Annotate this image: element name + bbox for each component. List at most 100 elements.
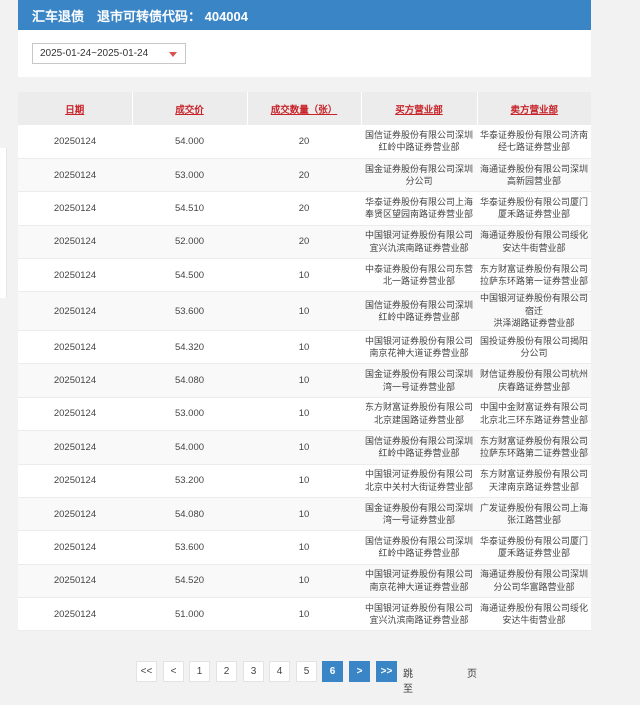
- buyer-name-line: 南京花神大道证券营业部: [369, 348, 469, 359]
- seller-name-line: 海通证券股份有限公司深圳: [479, 569, 588, 580]
- cell-date: 20250124: [18, 158, 132, 193]
- cell-price: 54.080: [132, 363, 247, 398]
- cell-buyer: 国信证券股份有限公司深圳 红岭中路证券营业部: [361, 125, 477, 159]
- cell-price: 54.510: [132, 191, 247, 226]
- cell-quantity: 10: [247, 564, 361, 599]
- cell-price: 54.320: [132, 330, 247, 365]
- cell-seller: 东方财富证券股份有限公司 天津南京路证券营业部: [477, 464, 591, 498]
- buyer-name-line: 红岭中路证券营业部: [378, 448, 460, 459]
- cell-buyer: 中国银河证券股份有限公司 南京花神大道证券营业部: [361, 330, 477, 365]
- table-row: 20250124 52.000 20 中国银河证券股份有限公司 宜兴氿滨南路证券营业部海…: [18, 225, 591, 260]
- seller-name-line: 拉萨东环路第二证券营业部: [479, 448, 588, 459]
- bond-name: 汇车退债: [32, 9, 85, 24]
- table-row: 20250124 54.520 10 中国银河证券股份有限公司 南京花神大道证券营业部海…: [18, 564, 591, 599]
- buyer-name-line: 分公司: [405, 176, 433, 187]
- buyer-name-line: 国信证券股份有限公司深圳: [364, 535, 473, 546]
- cell-price: 53.000: [132, 397, 247, 432]
- cell-buyer: 中国银河证券股份有限公司 宜兴氿滨南路证券营业部: [361, 597, 477, 632]
- cell-price: 54.080: [132, 497, 247, 532]
- table-row: 20250124 53.200 10 中国银河证券股份有限公司 北京中关村大街证券营业部…: [18, 464, 591, 498]
- page-button-5[interactable]: 5: [296, 661, 317, 682]
- cell-buyer: 国信证券股份有限公司深圳 红岭中路证券营业部: [361, 430, 477, 465]
- cell-seller: 中国银河证券股份有限公司宿迁 洪泽湖路证券营业部: [477, 291, 591, 331]
- page-button-3[interactable]: 3: [243, 661, 264, 682]
- cell-price: 51.000: [132, 597, 247, 632]
- seller-name-line: 拉萨东环路第一证券营业部: [479, 276, 588, 287]
- side-panel-edge: [0, 148, 7, 298]
- buyer-name-line: 国信证券股份有限公司深圳: [364, 435, 473, 446]
- cell-quantity: 10: [247, 430, 361, 465]
- column-header-price[interactable]: 成交价: [132, 92, 248, 125]
- jump-page-unit: 页: [467, 669, 477, 680]
- cell-quantity: 10: [247, 530, 361, 565]
- seller-name-line: 安达牛街营业部: [502, 242, 566, 253]
- page-button-6-current[interactable]: 6: [322, 661, 343, 682]
- table-row: 20250124 54.080 10 国金证券股份有限公司深圳 湾一号证券营业部 广发证券…: [18, 497, 591, 532]
- cell-seller: 海通证券股份有限公司绥化 安达牛街营业部: [477, 597, 591, 632]
- seller-name-line: 东方财富证券股份有限公司: [479, 263, 588, 274]
- table-row: 20250124 54.510 20 华泰证券股份有限公司上海 奉贤区望园南路证券营业部…: [18, 191, 591, 226]
- page-button-4[interactable]: 4: [269, 661, 290, 682]
- column-header-quantity[interactable]: 成交数量（张）: [247, 92, 362, 125]
- cell-quantity: 10: [247, 397, 361, 432]
- first-page-button[interactable]: <<: [136, 661, 157, 682]
- cell-date: 20250124: [18, 397, 132, 432]
- buyer-name-line: 中国银河证券股份有限公司: [364, 335, 473, 346]
- buyer-name-line: 红岭中路证券营业部: [378, 142, 460, 153]
- page-button-2[interactable]: 2: [216, 661, 237, 682]
- buyer-name-line: 国金证券股份有限公司深圳: [364, 369, 473, 380]
- cell-price: 53.200: [132, 464, 247, 498]
- buyer-name-line: 东方财富证券股份有限公司: [364, 402, 473, 413]
- column-header-buyer[interactable]: 买方营业部: [361, 92, 478, 125]
- cell-seller: 东方财富证券股份有限公司 拉萨东环路第二证券营业部: [477, 430, 591, 465]
- cell-date: 20250124: [18, 191, 132, 226]
- cell-price: 54.520: [132, 564, 247, 599]
- dropdown-arrow-icon: [169, 52, 177, 57]
- cell-buyer: 国金证券股份有限公司深圳 分公司: [361, 158, 477, 193]
- table-row: 20250124 53.600 10 国信证券股份有限公司深圳 红岭中路证券营业部 华泰证…: [18, 530, 591, 565]
- trades-table-container: 日期 成交价 成交数量（张） 买方营业部 卖方营业部 20250124 54.00…: [18, 92, 591, 632]
- column-header-seller[interactable]: 卖方营业部: [477, 92, 591, 125]
- buyer-name-line: 红岭中路证券营业部: [378, 312, 460, 323]
- prev-page-button[interactable]: <: [163, 661, 184, 682]
- cell-seller: 广发证券股份有限公司上海 张江路营业部: [477, 497, 591, 532]
- buyer-name-line: 北京中关村大街证券营业部: [364, 481, 473, 492]
- cell-date: 20250124: [18, 258, 132, 293]
- page-header: 汇车退债 退市可转债代码： 404004: [18, 0, 591, 30]
- cell-seller: 华泰证券股份有限公司厦门 厦禾路证券营业部: [477, 530, 591, 565]
- table-row: 20250124 51.000 10 中国银河证券股份有限公司 宜兴氿滨南路证券营业部海…: [18, 597, 591, 632]
- seller-name-line: 安达牛街营业部: [502, 615, 566, 626]
- cell-buyer: 国信证券股份有限公司深圳 红岭中路证券营业部: [361, 530, 477, 565]
- date-range-select[interactable]: 2025-01-24~2025-01-24: [32, 43, 186, 64]
- cell-seller: 国投证券股份有限公司揭阳 分公司: [477, 330, 591, 365]
- column-header-date[interactable]: 日期: [18, 92, 133, 125]
- date-range-value: 2025-01-24~2025-01-24: [40, 48, 149, 59]
- cell-date: 20250124: [18, 564, 132, 599]
- buyer-name-line: 中国银河证券股份有限公司: [364, 469, 473, 480]
- cell-seller: 财信证券股份有限公司杭州 庆春路证券营业部: [477, 363, 591, 398]
- seller-name-line: 张江路营业部: [506, 515, 561, 526]
- filter-panel: 2025-01-24~2025-01-24: [18, 30, 591, 77]
- cell-buyer: 中泰证券股份有限公司东营 北一路证券营业部: [361, 258, 477, 293]
- table-row: 20250124 54.320 10 中国银河证券股份有限公司 南京花神大道证券营业部国…: [18, 330, 591, 365]
- cell-quantity: 20: [247, 125, 361, 159]
- table-row: 20250124 53.000 20 国金证券股份有限公司深圳 分公司 海通证券股份有限公…: [18, 158, 591, 193]
- jump-to-label: 跳至: [403, 669, 413, 695]
- cell-price: 53.600: [132, 530, 247, 565]
- seller-name-line: 天津南京路证券营业部: [488, 481, 579, 492]
- cell-seller: 华泰证券股份有限公司济南 经七路证券营业部: [477, 125, 591, 159]
- seller-name-line: 东方财富证券股份有限公司: [479, 435, 588, 446]
- cell-date: 20250124: [18, 330, 132, 365]
- jump-page-input[interactable]: [426, 661, 464, 682]
- seller-name-line: 中国中金财富证券有限公司: [479, 402, 588, 413]
- seller-name-line: 厦禾路证券营业部: [497, 548, 570, 559]
- last-page-button[interactable]: >>: [376, 661, 397, 682]
- next-page-button[interactable]: >: [349, 661, 370, 682]
- cell-quantity: 10: [247, 597, 361, 632]
- buyer-name-line: 红岭中路证券营业部: [378, 548, 460, 559]
- cell-price: 53.600: [132, 291, 247, 331]
- table-row: 20250124 54.000 10 国信证券股份有限公司深圳 红岭中路证券营业部 东方财…: [18, 430, 591, 465]
- seller-name-line: 财信证券股份有限公司杭州: [479, 369, 588, 380]
- page-button-1[interactable]: 1: [189, 661, 210, 682]
- cell-date: 20250124: [18, 597, 132, 632]
